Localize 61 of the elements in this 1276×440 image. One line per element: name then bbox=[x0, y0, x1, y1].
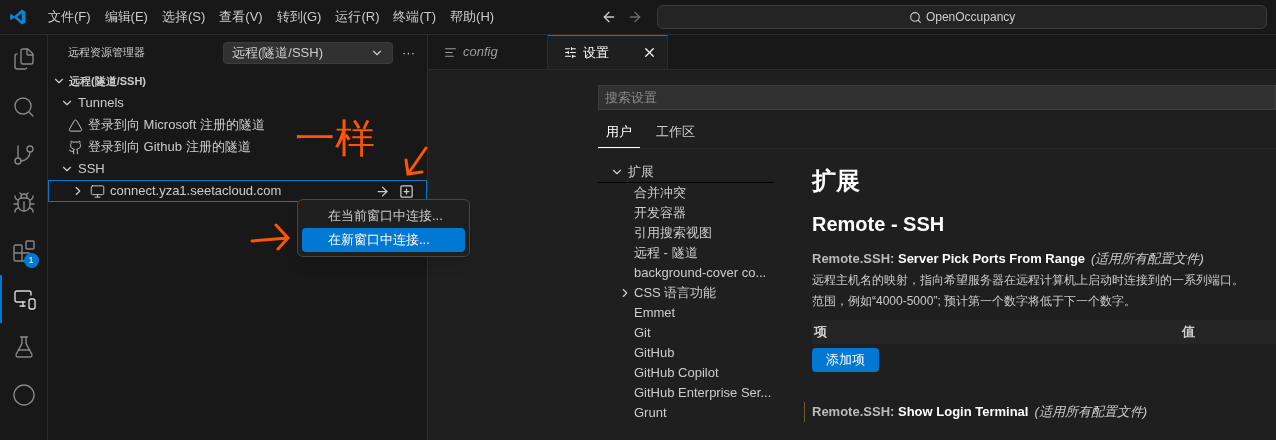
file-icon bbox=[444, 45, 457, 59]
command-center-text: OpenOccupancy bbox=[925, 9, 1016, 26]
setting-title: Remote.SSH: Show Login Terminal (适用所有配置文件) bbox=[812, 403, 1149, 421]
menu-item[interactable]: 在新窗口中连接... bbox=[302, 228, 465, 252]
section-heading: 扩展 bbox=[812, 165, 861, 196]
activity-bar-item[interactable]: 1 bbox=[0, 227, 48, 275]
menu-item[interactable]: 终端(T) bbox=[386, 7, 444, 27]
monitor-icon bbox=[90, 183, 105, 199]
menu-item[interactable]: 运行(R) bbox=[328, 7, 387, 27]
toc-item[interactable]: 合并冲突 bbox=[598, 182, 774, 203]
app-logo-icon bbox=[9, 8, 27, 26]
toc-item[interactable]: 远程 - 隧道 bbox=[598, 242, 774, 263]
toc-item[interactable]: CSS 语言功能 bbox=[598, 282, 774, 303]
command-center[interactable]: OpenOccupancy bbox=[657, 5, 1268, 29]
sidebar-title: 远程资源管理器 bbox=[68, 45, 146, 61]
scope-tab[interactable]: 用户 bbox=[598, 122, 640, 148]
menu-item[interactable]: 帮助(H) bbox=[443, 7, 502, 27]
setting-description: 范围，例如“4000-5000”; 预计第一个数字将低于下一个数字。 bbox=[812, 293, 1138, 310]
toc-item[interactable]: Grunt bbox=[598, 402, 774, 423]
view-dropdown[interactable]: 远程(隧道/SSH) bbox=[223, 41, 393, 64]
editor-tab[interactable]: 设置 bbox=[548, 35, 668, 69]
toc-item[interactable]: GitHub Copilot bbox=[598, 362, 774, 383]
menu-item[interactable]: 文件(F) bbox=[41, 7, 98, 27]
subsection-heading: Remote - SSH bbox=[812, 211, 946, 237]
toc-item[interactable]: background-cover co... bbox=[598, 262, 774, 283]
github-icon bbox=[68, 139, 83, 155]
tree-item[interactable]: 登录到向 Microsoft 注册的隧道 bbox=[48, 114, 269, 136]
search-icon bbox=[11, 95, 36, 119]
close-icon[interactable] bbox=[642, 45, 657, 60]
badge: 1 bbox=[23, 253, 39, 268]
setting-description: 远程主机名的映射，指向希望服务器在远程计算机上启动时连接到的一系列端口。 bbox=[812, 272, 1245, 289]
remote-icon bbox=[12, 287, 37, 311]
more-actions-button[interactable]: ··· bbox=[402, 42, 415, 63]
menu-item[interactable]: 在当前窗口中连接... bbox=[302, 204, 465, 228]
menu-item[interactable]: 编辑(E) bbox=[97, 7, 155, 27]
table-header: 项 值 bbox=[812, 320, 1276, 344]
toc-item[interactable]: 引用搜索视图 bbox=[598, 222, 774, 243]
toc-item[interactable]: 扩展 bbox=[598, 162, 774, 183]
debug-icon bbox=[11, 191, 36, 215]
extensions-icon bbox=[11, 239, 36, 263]
new-window-icon[interactable] bbox=[399, 183, 414, 199]
scope-tab[interactable]: 工作区 bbox=[648, 122, 703, 148]
section-header[interactable]: 远程(隧道/SSH) bbox=[69, 72, 146, 90]
menu-item[interactable]: 查看(V) bbox=[212, 7, 270, 27]
tree-item[interactable]: 登录到向 Github 注册的隧道 bbox=[48, 136, 255, 158]
tree-group[interactable]: Tunnels bbox=[48, 92, 427, 114]
files-icon bbox=[11, 47, 36, 71]
connect-icon[interactable] bbox=[375, 183, 390, 199]
annotation-arrow-icon bbox=[250, 221, 292, 251]
settings-icon bbox=[564, 46, 577, 59]
menu-item[interactable]: 选择(S) bbox=[154, 7, 213, 27]
menu-item[interactable]: 转到(G) bbox=[269, 7, 329, 27]
toc-item[interactable]: Emmet bbox=[598, 302, 774, 323]
add-item-button[interactable]: 添加项 bbox=[812, 348, 879, 372]
setting-title: Remote.SSH: Server Pick Ports From Range (适用所有配置文件) bbox=[812, 249, 1205, 268]
toc-item[interactable]: GitHub bbox=[598, 342, 774, 363]
toc-item[interactable]: Git bbox=[598, 322, 774, 343]
search-settings-field[interactable]: 搜索设置 bbox=[598, 85, 1276, 110]
search-icon bbox=[908, 10, 922, 24]
toc-item[interactable]: GitHub Enterprise Ser... bbox=[598, 382, 774, 403]
toc-item[interactable]: 开发容器 bbox=[598, 202, 774, 223]
